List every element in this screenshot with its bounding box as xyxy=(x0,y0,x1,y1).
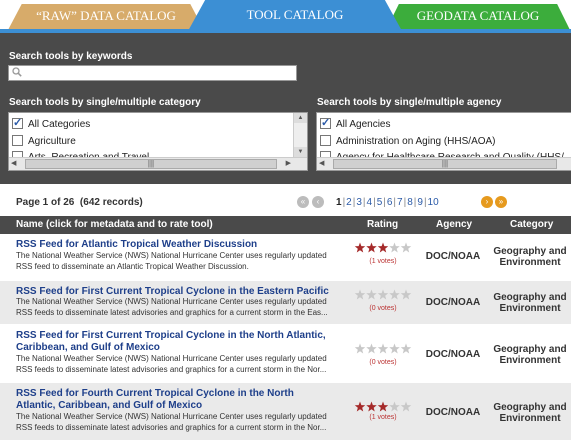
scroll-thumb[interactable]: ||| xyxy=(25,159,277,169)
scroll-right-icon[interactable]: ▶ xyxy=(286,158,291,170)
agency-listbox[interactable]: All Agencies Administration on Aging (HH… xyxy=(316,112,571,171)
catalog-tabs: “RAW” DATA CATALOG TOOL CATALOG GEODATA … xyxy=(0,0,571,33)
star-empty-icon[interactable] xyxy=(389,343,400,354)
table-row: RSS Feed for First Current Tropical Cycl… xyxy=(0,325,571,382)
agency-cell: DOC/NOAA xyxy=(425,297,481,308)
star-rating[interactable] xyxy=(354,242,412,254)
category-cell: Geography and Environment xyxy=(493,292,567,314)
agency-cell: DOC/NOAA xyxy=(425,251,481,262)
vote-count: (0 votes) xyxy=(369,305,397,312)
star-rating[interactable] xyxy=(354,401,412,413)
table-row: RSS Feed for Fourth Current Tropical Cyc… xyxy=(0,383,571,440)
tab-raw-data-catalog[interactable]: “RAW” DATA CATALOG xyxy=(8,4,204,30)
star-empty-icon[interactable] xyxy=(366,343,377,354)
agency-cell: DOC/NOAA xyxy=(425,407,481,418)
tool-name-link[interactable]: RSS Feed for Atlantic Tropical Weather D… xyxy=(16,239,334,251)
tool-description: The National Weather Service (NWS) Natio… xyxy=(16,412,327,432)
page-link[interactable]: 7 xyxy=(397,197,403,208)
star-empty-icon[interactable] xyxy=(400,343,412,354)
keywords-label: Search tools by keywords xyxy=(9,51,133,62)
tab-geodata-catalog[interactable]: GEODATA CATALOG xyxy=(386,4,570,30)
checkbox[interactable] xyxy=(320,115,331,131)
vote-count: (0 votes) xyxy=(369,359,397,366)
category-cell: Geography and Environment xyxy=(493,402,567,424)
tool-name-link[interactable]: RSS Feed for First Current Tropical Cycl… xyxy=(16,330,334,354)
star-empty-icon[interactable] xyxy=(377,289,389,300)
agency-option-aoa[interactable]: Administration on Aging (HHS/AOA) xyxy=(320,134,496,150)
star-empty-icon[interactable] xyxy=(400,289,412,300)
agency-label: Search tools by single/multiple agency xyxy=(317,97,502,108)
scroll-thumb[interactable]: ||| xyxy=(333,159,557,169)
column-header-category[interactable]: Category xyxy=(510,216,553,234)
page-link[interactable]: 8 xyxy=(407,197,413,208)
agency-option-all[interactable]: All Agencies xyxy=(320,115,390,133)
star-empty-icon[interactable] xyxy=(389,401,400,412)
vote-count: (1 votes) xyxy=(369,414,397,421)
category-vertical-scrollbar[interactable]: ▲ ▼ xyxy=(293,113,307,157)
checkbox[interactable] xyxy=(12,135,23,146)
tool-description: The National Weather Service (NWS) Natio… xyxy=(16,251,327,271)
scroll-down-icon[interactable]: ▼ xyxy=(294,147,307,157)
search-icon xyxy=(12,67,22,77)
page-link[interactable]: 4 xyxy=(367,197,373,208)
category-listbox[interactable]: All Categories Agriculture Arts, Recreat… xyxy=(8,112,308,171)
star-rating[interactable] xyxy=(354,343,412,355)
scroll-left-icon[interactable]: ◀ xyxy=(319,158,324,170)
keyword-search-box[interactable] xyxy=(8,65,297,81)
page-link[interactable]: 6 xyxy=(387,197,393,208)
agency-horizontal-scrollbar[interactable]: ◀ ||| xyxy=(317,157,571,170)
star-filled-icon[interactable] xyxy=(366,401,377,412)
star-empty-icon[interactable] xyxy=(354,289,366,300)
table-header: Name (click for metadata and to rate too… xyxy=(0,216,571,234)
star-rating[interactable] xyxy=(354,289,412,301)
page-link[interactable]: 3 xyxy=(356,197,362,208)
star-empty-icon[interactable] xyxy=(400,242,412,253)
column-header-rating[interactable]: Rating xyxy=(367,216,398,234)
tool-name-link[interactable]: RSS Feed for Fourth Current Tropical Cyc… xyxy=(16,388,334,412)
category-cell: Geography and Environment xyxy=(493,344,567,366)
checkbox[interactable] xyxy=(320,135,331,146)
pager: Page 1 of 26 (642 records) « ‹ 1|2|3|4|5… xyxy=(0,194,571,210)
page-link[interactable]: 2 xyxy=(346,197,352,208)
star-empty-icon[interactable] xyxy=(377,343,389,354)
category-cell: Geography and Environment xyxy=(493,246,567,268)
tool-description: The National Weather Service (NWS) Natio… xyxy=(16,354,327,374)
star-filled-icon[interactable] xyxy=(354,401,366,412)
checkbox[interactable] xyxy=(12,115,23,131)
star-filled-icon[interactable] xyxy=(366,242,377,253)
table-row: RSS Feed for First Current Tropical Cycl… xyxy=(0,281,571,324)
page-link[interactable]: 1 xyxy=(336,197,342,208)
scroll-left-icon[interactable]: ◀ xyxy=(11,158,16,170)
scroll-up-icon[interactable]: ▲ xyxy=(294,113,307,123)
category-option-agriculture[interactable]: Agriculture xyxy=(12,134,76,150)
page-info: Page 1 of 26 (642 records) xyxy=(16,197,143,208)
star-empty-icon[interactable] xyxy=(400,401,412,412)
category-label: Search tools by single/multiple category xyxy=(9,97,201,108)
category-option-all[interactable]: All Categories xyxy=(12,115,90,133)
tab-tool-catalog[interactable]: TOOL CATALOG xyxy=(188,0,402,31)
category-horizontal-scrollbar[interactable]: ◀ ||| ▶ xyxy=(9,157,307,170)
star-filled-icon[interactable] xyxy=(377,401,389,412)
page-links: 1|2|3|4|5|6|7|8|9|10 xyxy=(336,197,439,208)
prev-page-icon[interactable]: ‹ xyxy=(312,196,324,208)
page-link[interactable]: 9 xyxy=(417,197,423,208)
star-empty-icon[interactable] xyxy=(366,289,377,300)
last-page-icon[interactable]: » xyxy=(495,196,507,208)
column-header-agency[interactable]: Agency xyxy=(436,216,472,234)
vote-count: (1 votes) xyxy=(369,258,397,265)
tool-description: The National Weather Service (NWS) Natio… xyxy=(16,297,328,317)
agency-cell: DOC/NOAA xyxy=(425,349,481,360)
keyword-search-input[interactable] xyxy=(25,66,293,80)
first-page-icon[interactable]: « xyxy=(297,196,309,208)
star-filled-icon[interactable] xyxy=(354,242,366,253)
page-link[interactable]: 10 xyxy=(428,197,439,208)
next-page-icon[interactable]: › xyxy=(481,196,493,208)
star-filled-icon[interactable] xyxy=(377,242,389,253)
column-header-name[interactable]: Name (click for metadata and to rate too… xyxy=(16,216,213,234)
page-link[interactable]: 5 xyxy=(377,197,383,208)
star-empty-icon[interactable] xyxy=(389,289,400,300)
star-empty-icon[interactable] xyxy=(389,242,400,253)
search-panel: Search tools by keywords Search tools by… xyxy=(0,33,571,184)
star-empty-icon[interactable] xyxy=(354,343,366,354)
